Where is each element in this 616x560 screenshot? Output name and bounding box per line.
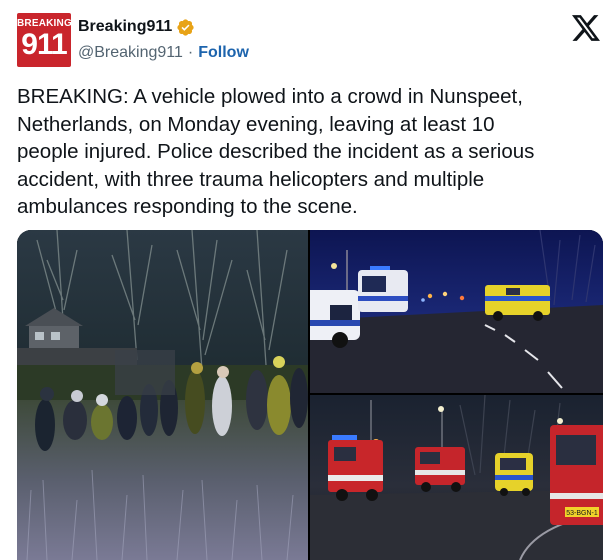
photo-emergency-vehicles[interactable]: 53-BGN-1 <box>310 395 603 560</box>
display-name[interactable]: Breaking911 <box>78 18 172 36</box>
tweet-text-line: people injured. Police described the inc… <box>17 140 535 163</box>
tweet-card: BREAKING 911 Breaking911 @Breaking911 · … <box>0 0 616 560</box>
tweet-text-line: BREAKING: A vehicle plowed into a crowd … <box>17 85 523 108</box>
avatar-text-number: 911 <box>21 28 67 61</box>
tweet-text: BREAKING: A vehicle plowed into a crowd … <box>17 83 602 221</box>
photo-crowd-scene[interactable] <box>17 230 308 560</box>
author-handle-row: @Breaking911 · Follow <box>78 42 249 64</box>
media-grid: 53-BGN-1 <box>17 230 603 560</box>
separator-dot: · <box>187 44 194 61</box>
tweet-text-line: Netherlands, on Monday evening, leaving … <box>17 112 495 136</box>
follow-button[interactable]: Follow <box>198 44 249 62</box>
author-name-row: Breaking911 <box>78 16 195 38</box>
author-handle[interactable]: @Breaking911 <box>78 44 183 62</box>
avatar[interactable]: BREAKING 911 <box>17 13 71 67</box>
x-logo-icon[interactable] <box>572 15 600 41</box>
tweet-text-line: ambulances responding to the scene. <box>17 195 358 218</box>
license-plate-text: 53-BGN-1 <box>566 510 598 517</box>
tweet-text-line: accident, with three trauma helicopters … <box>17 167 485 191</box>
verified-badge-icon <box>177 18 194 36</box>
photo-police-vans[interactable] <box>310 230 603 393</box>
